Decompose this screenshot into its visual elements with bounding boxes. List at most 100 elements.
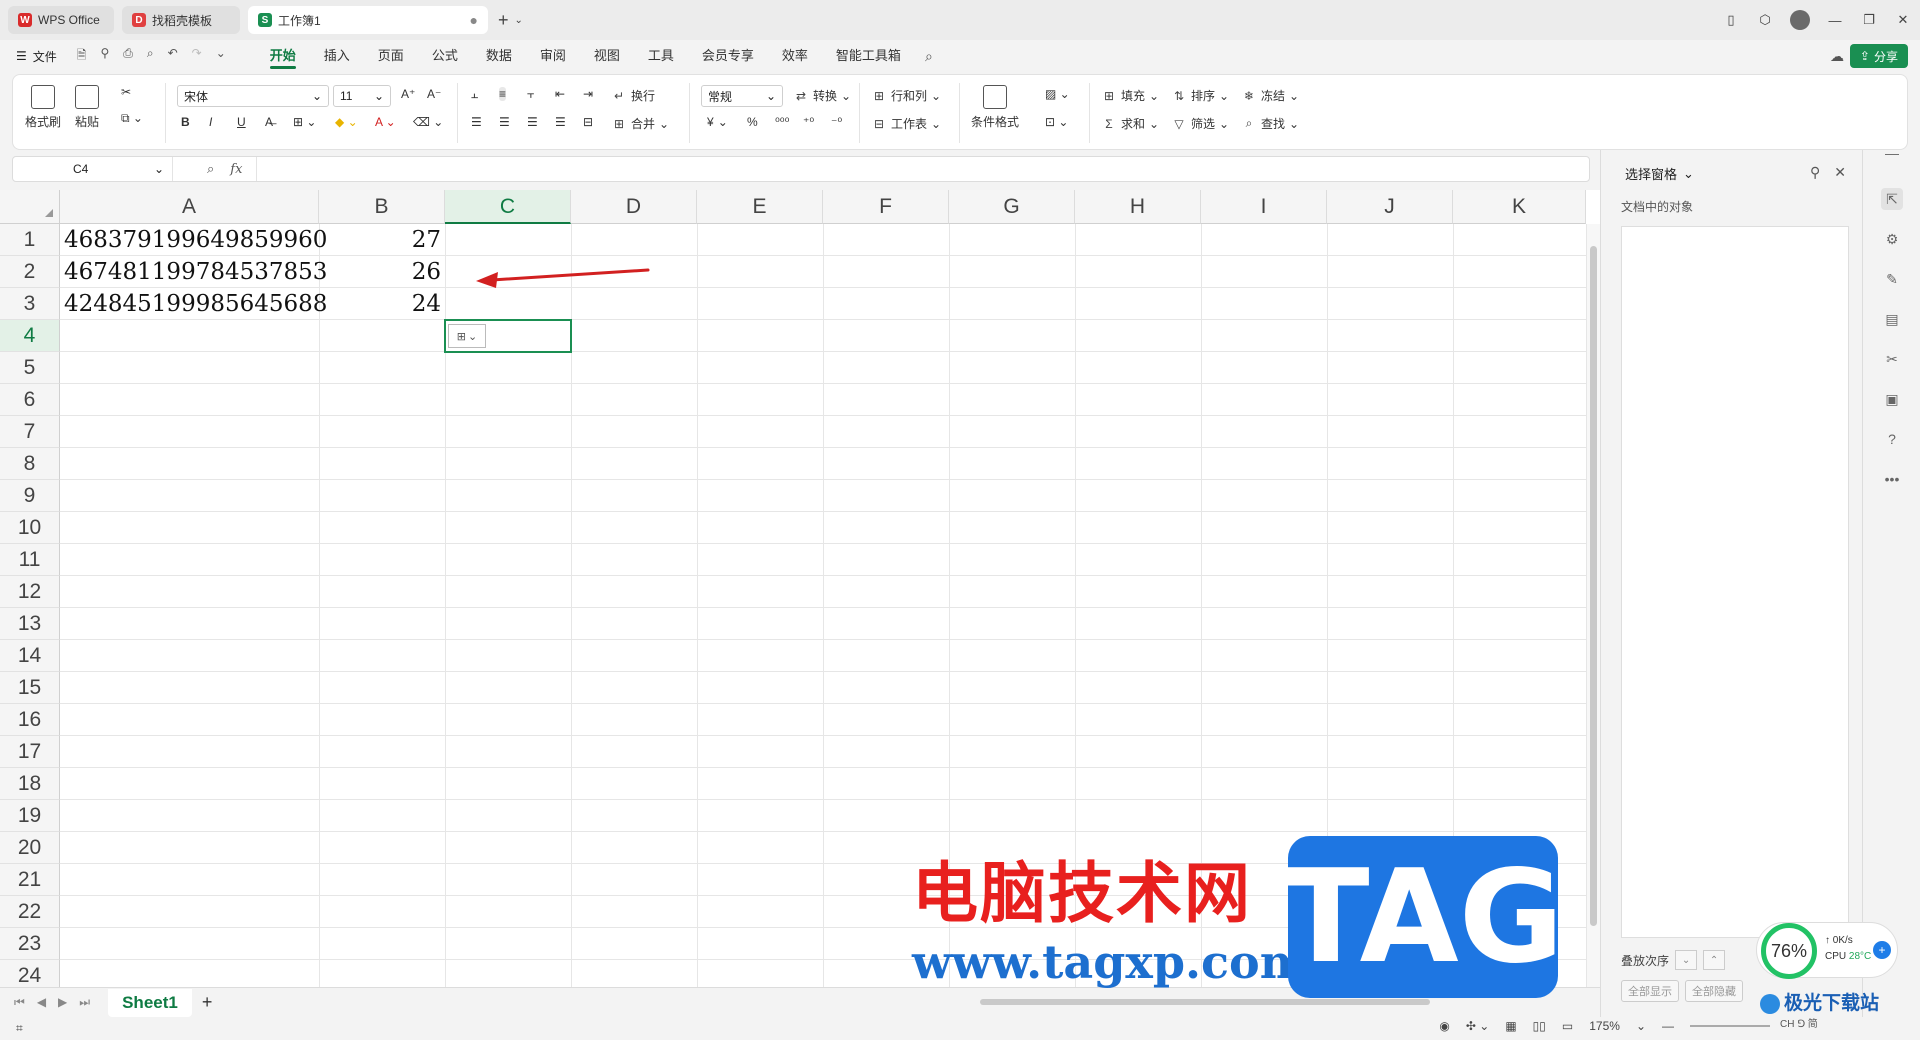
border-icon[interactable]: ⊞ ⌄ <box>293 115 316 129</box>
row-header[interactable]: 7 <box>0 416 60 448</box>
share-button[interactable]: ⇪ 分享 <box>1849 44 1908 68</box>
justify-icon[interactable]: ☰ <box>555 115 566 129</box>
save-icon[interactable]: 🗎 <box>77 46 87 67</box>
menu-tab-efficiency[interactable]: 效率 <box>768 40 822 72</box>
percent-button[interactable]: % <box>747 115 758 129</box>
chevron-down-icon[interactable]: ⌄ <box>1636 1019 1646 1033</box>
settings-icon[interactable]: ✣ ⌄ <box>1466 1019 1489 1033</box>
shape-icon[interactable]: ⊡ ⌄ <box>1045 115 1068 129</box>
merge-button[interactable]: ⊞ 合并 ⌄ <box>611 115 669 132</box>
number-format-select[interactable]: 常规 ⌄ <box>701 85 783 107</box>
rows-cols-button[interactable]: ⊞ 行和列 ⌄ <box>871 87 941 104</box>
underline-button[interactable]: U <box>237 115 246 129</box>
fill-button[interactable]: ⊞ 填充 ⌄ <box>1101 87 1159 104</box>
row-header[interactable]: 24 <box>0 960 60 987</box>
cut-icon[interactable]: ✂ <box>121 85 131 99</box>
select-all-corner[interactable] <box>0 190 60 224</box>
redo-icon[interactable]: ↷ <box>192 46 202 67</box>
format-painter-button[interactable]: 格式刷 <box>25 85 61 130</box>
conditional-format-button[interactable]: 条件格式 <box>971 85 1019 130</box>
row-header[interactable]: 5 <box>0 352 60 384</box>
more-icon[interactable]: ••• <box>1881 468 1903 490</box>
sheet-tab-sheet1[interactable]: Sheet1 <box>108 988 192 1017</box>
pane-title[interactable]: 选择窗格 ⌄ <box>1625 164 1694 183</box>
row-header[interactable]: 16 <box>0 704 60 736</box>
avatar[interactable] <box>1790 10 1810 30</box>
column-header-e[interactable]: E <box>697 190 823 224</box>
row-header[interactable]: 10 <box>0 512 60 544</box>
objects-list[interactable] <box>1621 226 1849 938</box>
column-header-a[interactable]: A <box>60 190 319 224</box>
menu-tab-tools[interactable]: 工具 <box>634 40 688 72</box>
distribute-icon[interactable]: ⊟ <box>583 115 593 129</box>
thousands-icon[interactable]: ⁰⁰⁰ <box>775 115 789 129</box>
strikethrough-icon[interactable]: A̶ <box>265 115 273 129</box>
row-header[interactable]: 20 <box>0 832 60 864</box>
decrease-decimal-icon[interactable]: ⁻⁰ <box>831 115 842 129</box>
column-header-g[interactable]: G <box>949 190 1075 224</box>
menu-tab-data[interactable]: 数据 <box>472 40 526 72</box>
cpu-monitor-widget[interactable]: 76% ↑ 0K/s CPU 28°C + <box>1756 922 1898 979</box>
zoom-slider[interactable] <box>1690 1025 1770 1027</box>
chart-icon[interactable]: ▤ <box>1881 308 1903 330</box>
chevron-down-icon[interactable]: ⌄ <box>515 15 523 26</box>
row-header[interactable]: 6 <box>0 384 60 416</box>
worksheet-button[interactable]: ⊟ 工作表 ⌄ <box>871 115 941 132</box>
row-header[interactable]: 19 <box>0 800 60 832</box>
cell-a2[interactable]: 467481199784537853 <box>64 256 327 288</box>
unsaved-dot-icon[interactable]: ● <box>470 12 478 28</box>
column-header-k[interactable]: K <box>1453 190 1586 224</box>
bold-button[interactable]: B <box>181 115 190 129</box>
name-box[interactable]: C4 ⌄ <box>13 157 173 181</box>
font-size-select[interactable]: 11 ⌄ <box>333 85 391 107</box>
insert-function-button[interactable]: fx <box>230 162 242 177</box>
fill-color-icon[interactable]: ◆ ⌄ <box>335 115 358 129</box>
menu-tab-review[interactable]: 审阅 <box>526 40 580 72</box>
sum-button[interactable]: Σ 求和 ⌄ <box>1101 115 1159 132</box>
minimize-icon[interactable]: — <box>1818 13 1852 28</box>
menu-tab-formulas[interactable]: 公式 <box>418 40 472 72</box>
cube-icon[interactable]: ⬡ <box>1748 12 1782 28</box>
zoom-out-icon[interactable]: — <box>1662 1019 1674 1033</box>
row-header[interactable]: 18 <box>0 768 60 800</box>
scrollbar-thumb[interactable] <box>980 999 1430 1005</box>
zoom-value[interactable]: 175% <box>1589 1019 1620 1033</box>
share-link-icon[interactable]: ⚲ <box>100 46 109 67</box>
column-header-f[interactable]: F <box>823 190 949 224</box>
search-icon[interactable]: ⌕ <box>925 48 933 65</box>
column-header-h[interactable]: H <box>1075 190 1201 224</box>
restore-icon[interactable]: ❐ <box>1852 12 1886 28</box>
row-header[interactable]: 17 <box>0 736 60 768</box>
close-icon[interactable]: ✕ <box>1834 164 1846 181</box>
tools-icon[interactable]: ✂ <box>1881 348 1903 370</box>
close-icon[interactable]: ✕ <box>1886 12 1920 28</box>
cell-b2[interactable]: 26 <box>322 256 441 288</box>
cell-a3[interactable]: 424845199985645688 <box>64 288 327 320</box>
undo-icon[interactable]: ↶ <box>168 46 178 67</box>
freeze-button[interactable]: ❄ 冻结 ⌄ <box>1241 87 1299 104</box>
formula-input[interactable] <box>257 157 1589 181</box>
paste-button[interactable]: 粘贴 <box>75 85 99 130</box>
page-break-icon[interactable]: ▭ <box>1562 1019 1573 1033</box>
row-header[interactable]: 13 <box>0 608 60 640</box>
wrap-button[interactable]: ↵ 换行 <box>611 87 655 104</box>
sort-button[interactable]: ⇅ 排序 ⌄ <box>1171 87 1229 104</box>
prev-sheet-icon[interactable]: ◀ <box>37 995 46 1010</box>
italic-button[interactable]: I <box>209 115 212 129</box>
increase-font-icon[interactable]: A⁺ <box>401 87 415 101</box>
find-button[interactable]: ⌕ 查找 ⌄ <box>1241 115 1299 132</box>
menu-tab-insert[interactable]: 插入 <box>310 40 364 72</box>
increase-decimal-icon[interactable]: ⁺⁰ <box>803 115 814 129</box>
font-color-icon[interactable]: A ⌄ <box>375 115 396 129</box>
tab-workbook1[interactable]: S 工作簿1 ● <box>248 6 488 34</box>
column-header-j[interactable]: J <box>1327 190 1453 224</box>
row-header[interactable]: 22 <box>0 896 60 928</box>
eye-icon[interactable]: ◉ <box>1439 1019 1449 1033</box>
add-sheet-button[interactable]: + <box>202 992 213 1013</box>
layout-icon[interactable]: ▯ <box>1714 12 1748 28</box>
file-menu[interactable]: ☰ 文件 <box>16 48 57 65</box>
align-left-icon[interactable]: ☰ <box>471 115 482 129</box>
cloud-icon[interactable]: ☁ <box>1830 48 1844 65</box>
first-sheet-icon[interactable]: ⏮ <box>14 995 25 1010</box>
align-center-icon[interactable]: ☰ <box>499 115 510 129</box>
